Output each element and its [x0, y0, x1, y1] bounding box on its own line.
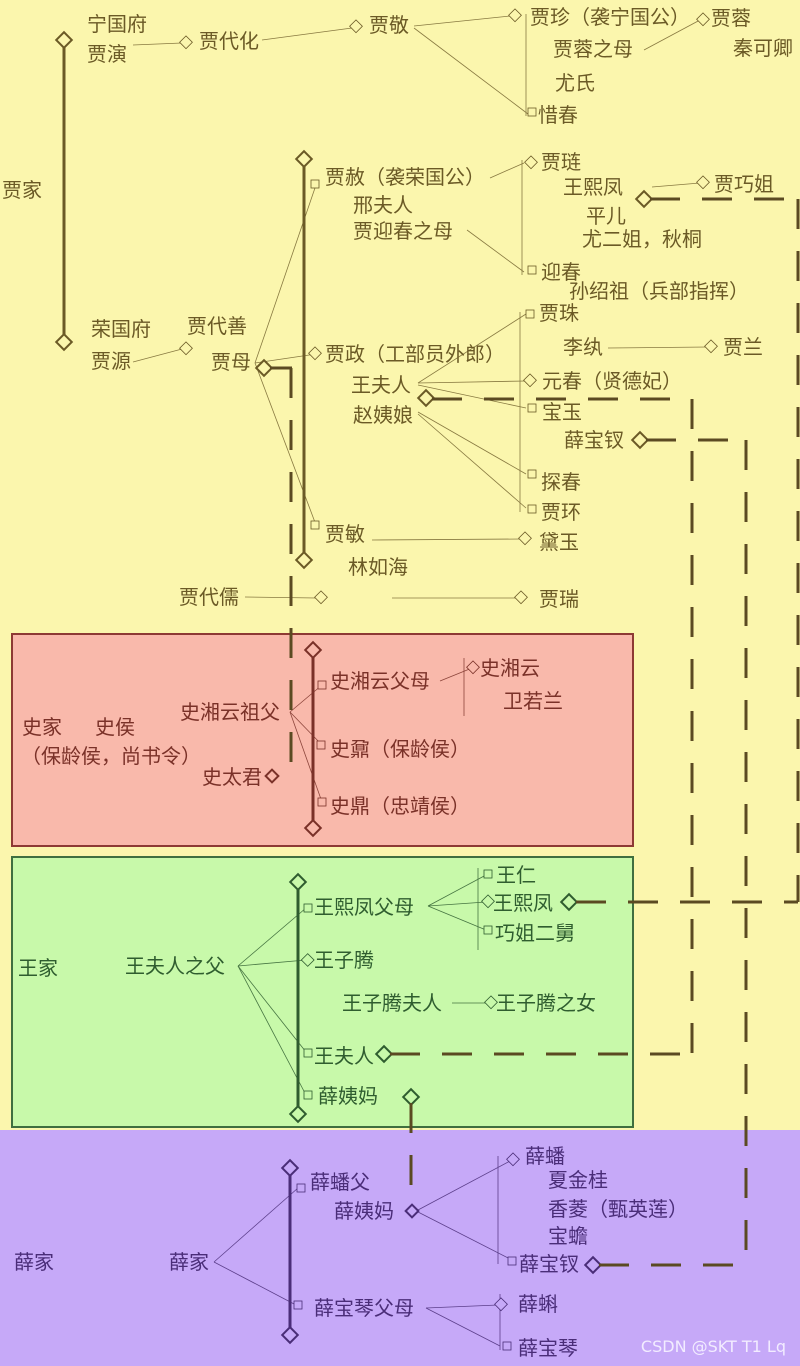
family-label-jia: 贾家: [2, 178, 42, 202]
node-shihou-title: （保龄侯，尚书令）: [21, 744, 201, 768]
node-xingfuren: 邢夫人: [353, 193, 413, 217]
node-jiadaishan: 贾代善: [187, 314, 247, 338]
node-youshi: 尤氏: [555, 71, 595, 95]
node-shinai: 史鼐（保龄侯）: [330, 737, 470, 761]
node-wangfuren-wang: 王夫人: [314, 1044, 374, 1068]
node-jiadaihua: 贾代化: [199, 29, 259, 53]
node-baochan: 宝蟾: [548, 1224, 588, 1248]
node-pinger: 平儿: [586, 204, 626, 228]
node-xuebaoqin: 薛宝琴: [518, 1336, 578, 1360]
node-jiazhu: 贾珠: [539, 301, 579, 325]
node-xifeng-parents: 王熙凤父母: [314, 895, 414, 919]
node-xue-family: 薛家: [169, 1250, 209, 1274]
family-tree-diagram: 贾家 史家 王家 薛家 宁国府 贾演 贾代化 贾敬 贾珍（袭宁国公） 贾蓉之母 …: [0, 0, 800, 1366]
node-daiyu: 黛玉: [539, 530, 579, 554]
family-label-wang: 王家: [18, 956, 58, 980]
node-jiaqiaojie: 贾巧姐: [714, 172, 774, 196]
node-jiamin: 贾敏: [325, 522, 365, 546]
node-ziteng-wife: 王子腾夫人: [342, 991, 442, 1015]
node-xuebaochai-xue: 薛宝钗: [519, 1252, 579, 1276]
node-baoqin-parents: 薛宝琴父母: [314, 1296, 414, 1320]
node-youerjie: 尤二姐，秋桐: [582, 227, 702, 251]
family-label-shi: 史家: [22, 715, 62, 739]
node-jiarong-mother: 贾蓉之母: [553, 37, 633, 61]
node-jiazheng: 贾政（工部员外郎）: [325, 342, 505, 366]
node-yuanchun: 元春（贤德妃）: [542, 369, 682, 393]
node-qiaojie-uncle: 巧姐二舅: [495, 921, 575, 945]
node-yingchun-mother: 贾迎春之母: [353, 219, 453, 243]
node-jiarui: 贾瑞: [539, 587, 579, 611]
node-wangren: 王仁: [496, 863, 536, 887]
node-xueke: 薛蝌: [518, 1292, 558, 1316]
node-shiding: 史鼎（忠靖侯）: [330, 794, 470, 818]
node-xuebaochai-jia: 薛宝钗: [564, 428, 624, 452]
node-wangfuren-jia: 王夫人: [351, 373, 411, 397]
node-baoyu: 宝玉: [542, 400, 582, 424]
node-jiarong: 贾蓉: [711, 6, 751, 30]
node-shixiangyun: 史湘云: [480, 656, 540, 680]
node-xiangyun-grandfather: 史湘云祖父: [180, 700, 280, 724]
node-weiruolan: 卫若兰: [503, 689, 563, 713]
node-jiamu: 贾母: [211, 350, 251, 374]
node-jiayan: 贾演: [87, 42, 127, 66]
node-xiajingui: 夏金桂: [548, 1168, 608, 1192]
node-zhaoyiniang: 赵姨娘: [353, 403, 413, 427]
node-jiashe: 贾赦（袭荣国公）: [325, 165, 485, 189]
node-tanchun: 探春: [541, 470, 581, 494]
node-jiazhen: 贾珍（袭宁国公）: [530, 5, 690, 29]
node-xiangling: 香菱（甄英莲）: [548, 1197, 688, 1221]
node-qinkeqing: 秦可卿: [733, 36, 793, 60]
node-wangxifeng-wang: 王熙凤: [493, 891, 553, 915]
node-shitaijun: 史太君: [202, 765, 262, 789]
node-xiangyun-parents: 史湘云父母: [330, 669, 430, 693]
node-xuepan: 薛蟠: [525, 1144, 565, 1168]
node-shihou: 史侯: [95, 715, 135, 739]
node-linruhai: 林如海: [348, 555, 408, 579]
node-xueyima-wang: 薛姨妈: [318, 1084, 378, 1108]
watermark: CSDN @SKT T1 Lq: [640, 1337, 786, 1356]
node-rongguofu: 荣国府: [91, 317, 151, 341]
node-jiahuan: 贾环: [541, 500, 581, 524]
node-sunshaozu: 孙绍祖（兵部指挥）: [569, 279, 749, 303]
node-jiajing: 贾敬: [369, 13, 409, 37]
node-ningguofu: 宁国府: [87, 12, 147, 36]
node-xuepan-father: 薛蟠父: [310, 1170, 370, 1194]
node-jialan: 贾兰: [723, 335, 763, 359]
node-jiayuan: 贾源: [91, 349, 131, 373]
node-xueyima-xue: 薛姨妈: [334, 1199, 394, 1223]
family-label-xue: 薛家: [14, 1250, 54, 1274]
node-wangxifeng-jia: 王熙凤: [563, 175, 623, 199]
node-ziteng-daughter: 王子腾之女: [496, 991, 596, 1015]
node-jiadairu: 贾代儒: [179, 585, 239, 609]
node-wangfuren-father: 王夫人之父: [125, 954, 225, 978]
node-wangziteng: 王子腾: [314, 948, 374, 972]
node-jialian: 贾琏: [541, 150, 581, 174]
node-liwan: 李纨: [563, 335, 603, 359]
node-xichun: 惜春: [538, 103, 578, 127]
